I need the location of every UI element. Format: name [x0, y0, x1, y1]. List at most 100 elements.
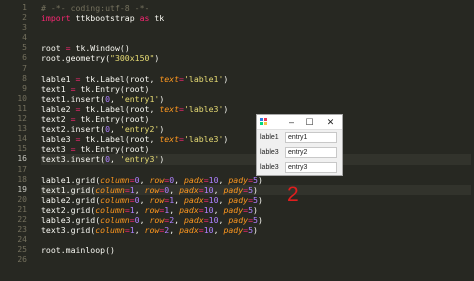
code-token: text1.grid( — [41, 184, 96, 195]
code-token: 'lable3' — [183, 134, 224, 145]
code-token: ) — [257, 174, 263, 185]
code-token: , — [213, 184, 224, 195]
line-number-gutter: 1 2 3 4 5 6 7 8 9 10 11 12 13 14 15 16 17 18 19 20 21 22 23 24 2… — [0, 3, 30, 265]
tk-window[interactable]: – ☐ ✕ lable1 entry1 lable3 entry2 lable3… — [256, 114, 343, 176]
line-number: 19 — [17, 184, 27, 194]
code-token: column — [100, 174, 130, 185]
code-token: row — [149, 174, 165, 185]
code-token: tk — [149, 13, 165, 24]
code-token: 'entry2' — [119, 124, 160, 135]
code-token: root.geometry( — [41, 53, 111, 64]
label-2: lable3 — [260, 149, 279, 156]
code-token: text3.insert( — [41, 154, 106, 165]
line-number: 23 — [17, 225, 27, 235]
code-token: , — [213, 225, 224, 236]
code-token: , — [139, 194, 150, 205]
code-token: text3.grid( — [41, 225, 96, 236]
code-token: 10 — [203, 204, 214, 215]
code-line[interactable]: root.geometry("300x150") — [41, 53, 471, 63]
code-token: , — [139, 214, 150, 225]
code-token: , — [174, 194, 184, 205]
code-line[interactable]: lable1 = tk.Label(root, text='lable1') — [41, 74, 471, 84]
code-line[interactable] — [41, 23, 471, 33]
code-line[interactable]: lable2 = tk.Label(root, text='lable3') — [41, 104, 471, 114]
code-token: tk.Entry(root) — [75, 83, 150, 94]
code-line[interactable]: text1.insert(0, 'entry1') — [41, 94, 471, 104]
entry-field-3[interactable]: entry3 — [285, 162, 337, 173]
code-token: row — [149, 214, 165, 225]
line-number: 11 — [17, 103, 27, 113]
maximize-button[interactable]: ☐ — [302, 115, 317, 129]
line-number: 20 — [17, 194, 27, 204]
code-token: lable1 — [41, 73, 76, 84]
code-line[interactable]: text1 = tk.Entry(root) — [41, 84, 471, 94]
code-line[interactable] — [41, 33, 471, 43]
code-line[interactable]: text2.grid(column=1, row=1, padx=10, pad… — [41, 205, 471, 215]
code-token: padx — [184, 194, 204, 205]
code-token: , — [134, 204, 145, 215]
code-token: ) — [253, 204, 258, 215]
code-token: 10 — [208, 194, 219, 205]
close-button[interactable]: ✕ — [323, 115, 338, 129]
code-line[interactable] — [41, 64, 471, 74]
window-titlebar[interactable]: – ☐ ✕ — [257, 115, 342, 130]
code-token: text1 — [41, 83, 71, 94]
line-number: 25 — [17, 245, 27, 255]
code-token: tk.Label(root, — [80, 134, 160, 145]
code-token: ttkbootstrap — [70, 13, 140, 24]
code-token: row — [144, 225, 160, 236]
code-token: row — [144, 184, 160, 195]
code-token: column — [95, 204, 125, 215]
code-line[interactable]: text3.grid(column=1, row=2, padx=10, pad… — [41, 225, 471, 235]
code-token: tk.Entry(root) — [75, 114, 150, 125]
code-line[interactable]: root.mainloop() — [41, 245, 471, 255]
code-line[interactable]: lable3.grid(column=0, row=2, padx=10, pa… — [41, 215, 471, 225]
code-token: ) — [223, 103, 229, 114]
code-token: text2.grid( — [41, 204, 96, 215]
code-token: lable3.grid( — [41, 214, 101, 225]
code-editor[interactable]: 1 2 3 4 5 6 7 8 9 10 11 12 13 14 15 16 17 18 19 20 21 22 23 24 2… — [0, 0, 474, 281]
code-line[interactable] — [41, 255, 471, 265]
line-number: 10 — [17, 93, 27, 103]
code-token: ) — [253, 225, 258, 236]
line-number: 2 — [22, 13, 27, 23]
entry-field-1[interactable]: entry1 — [285, 132, 337, 143]
line-number: 21 — [17, 204, 27, 214]
code-line[interactable]: root = tk.Window() — [41, 43, 471, 53]
code-token: column — [100, 194, 130, 205]
code-line[interactable]: text1.grid(column=1, row=0, padx=10, pad… — [41, 184, 471, 195]
line-number: 16 — [17, 154, 27, 164]
label-3: lable3 — [260, 164, 279, 171]
code-line[interactable]: # -*- coding:utf-8 -*- — [41, 3, 471, 13]
code-token: row — [144, 204, 160, 215]
code-token: # -*- coding:utf-8 -*- — [41, 3, 150, 13]
line-number: 7 — [22, 63, 27, 73]
code-token: text2 — [41, 114, 71, 125]
code-line[interactable] — [41, 235, 471, 245]
code-token: , — [218, 214, 229, 225]
code-token: "300x150" — [110, 53, 155, 64]
code-token: tk.Label(root, — [80, 73, 160, 84]
code-token: , — [213, 204, 224, 215]
code-line[interactable]: lable2.grid(column=0, row=1, padx=10, pa… — [41, 195, 471, 205]
line-number: 8 — [22, 73, 27, 83]
code-token: text — [159, 103, 180, 114]
code-token: 'entry1' — [119, 93, 160, 104]
code-token: column — [95, 184, 125, 195]
code-token: pady — [223, 204, 244, 215]
code-line[interactable]: import ttkbootstrap as tk — [41, 13, 471, 23]
code-line[interactable]: lable1.grid(column=0, row=0, padx=10, pa… — [41, 175, 471, 185]
code-token: ) — [257, 194, 263, 205]
code-token: ) — [253, 184, 258, 195]
code-token: tk.Label(root, — [80, 103, 160, 114]
code-token: column — [100, 214, 130, 225]
line-number: 5 — [22, 43, 27, 53]
line-number: 14 — [17, 134, 27, 144]
code-token: ) — [159, 154, 165, 165]
minimize-button[interactable]: – — [284, 115, 299, 129]
code-token: text — [159, 134, 180, 145]
code-token: ) — [159, 93, 165, 104]
form-row: lable3 entry2 — [257, 146, 342, 160]
entry-field-2[interactable]: entry2 — [285, 147, 337, 158]
code-token: ) — [257, 214, 263, 225]
